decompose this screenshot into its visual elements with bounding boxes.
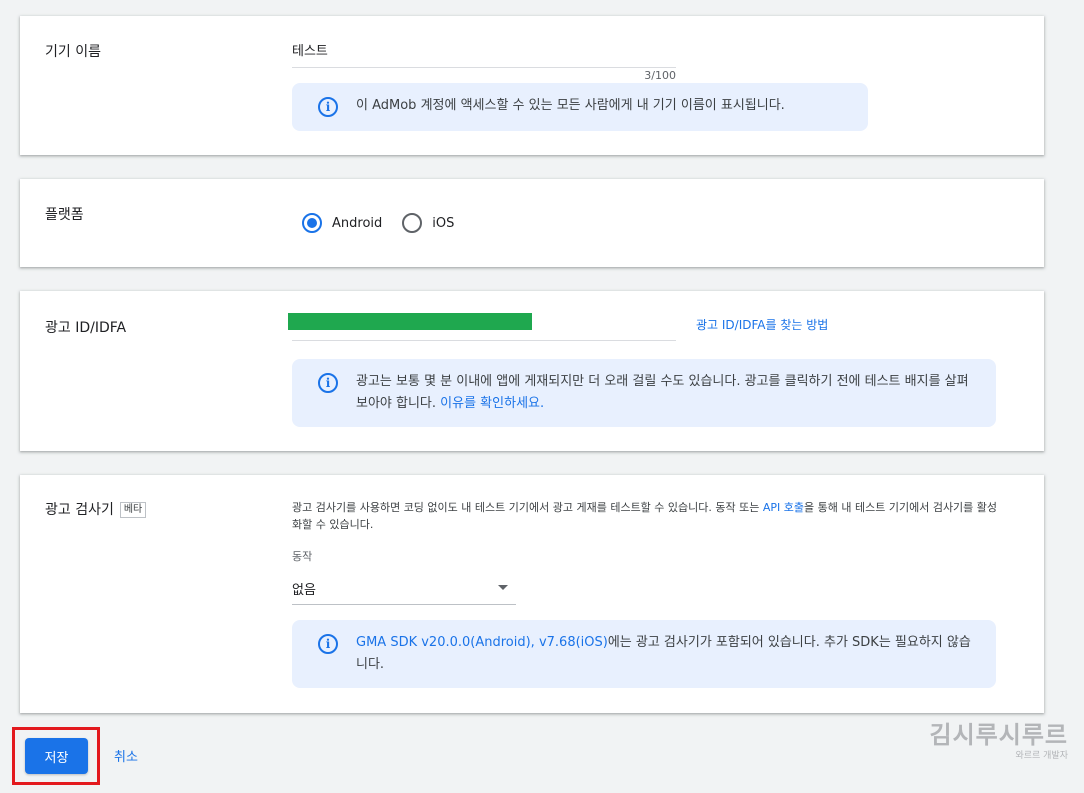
action-dropdown[interactable]: 없음 xyxy=(292,573,516,605)
watermark-sub: 와르르 개발자 xyxy=(1015,751,1068,761)
api-call-link[interactable]: API 호출 xyxy=(763,501,804,514)
ad-inspector-card: 광고 검사기 베타 광고 검사기를 사용하면 코딩 없이도 내 테스트 기기에서 … xyxy=(20,475,1044,713)
device-name-info-box: i 이 AdMob 계정에 액세스할 수 있는 모든 사람에게 내 기기 이름이… xyxy=(292,83,868,131)
android-radio-label[interactable]: Android xyxy=(332,216,382,231)
platform-radio-group: Android iOS xyxy=(302,213,454,233)
ad-id-label: 광고 ID/IDFA xyxy=(45,320,127,336)
ad-id-info-box: i 광고는 보통 몇 분 이내에 앱에 게재되지만 더 오래 걸릴 수도 있습니… xyxy=(292,359,996,427)
device-name-input[interactable]: 테스트 xyxy=(292,40,676,68)
learn-why-link[interactable]: 이유를 확인하세요. xyxy=(440,396,544,411)
ad-inspector-description: 광고 검사기를 사용하면 코딩 없이도 내 테스트 기기에서 광고 게재를 테스… xyxy=(292,499,1002,533)
device-name-counter: 3/100 xyxy=(644,69,676,82)
ad-id-card: 광고 ID/IDFA 광고 ID/IDFA를 찾는 방법 i 광고는 보통 몇 … xyxy=(20,291,1044,451)
ad-inspector-title: 광고 검사기 xyxy=(45,502,114,518)
watermark-main: 김시루시루르 xyxy=(929,721,1068,749)
cancel-button[interactable]: 취소 xyxy=(114,746,138,765)
action-dropdown-value: 없음 xyxy=(292,583,316,598)
save-button[interactable]: 저장 xyxy=(25,738,88,774)
android-radio[interactable] xyxy=(302,213,322,233)
info-icon: i xyxy=(318,97,338,117)
ad-inspector-desc-before: 광고 검사기를 사용하면 코딩 없이도 내 테스트 기기에서 광고 게재를 테스… xyxy=(292,501,763,514)
info-icon: i xyxy=(318,373,338,393)
ad-id-input[interactable] xyxy=(292,311,676,341)
ad-inspector-info-box: i GMA SDK v20.0.0(Android), v7.68(iOS)에는… xyxy=(292,620,996,688)
device-name-label: 기기 이름 xyxy=(45,44,101,60)
ad-inspector-label: 광고 검사기 베타 xyxy=(45,499,147,519)
device-name-info-text: 이 AdMob 계정에 액세스할 수 있는 모든 사람에게 내 기기 이름이 표… xyxy=(356,98,785,113)
platform-label: 플랫폼 xyxy=(45,207,84,223)
info-icon: i xyxy=(318,634,338,654)
action-label: 동작 xyxy=(292,550,313,563)
device-name-card: 기기 이름 테스트 3/100 i 이 AdMob 계정에 액세스할 수 있는 … xyxy=(20,16,1044,155)
gma-sdk-link[interactable]: GMA SDK v20.0.0(Android), v7.68(iOS) xyxy=(356,635,608,650)
ios-radio[interactable] xyxy=(402,213,423,233)
watermark: 김시루시루르 와르르 개발자 xyxy=(930,720,1068,762)
find-ad-id-link[interactable]: 광고 ID/IDFA를 찾는 방법 xyxy=(696,316,828,333)
ios-radio-label[interactable]: iOS xyxy=(432,216,454,231)
platform-card: 플랫폼 Android iOS xyxy=(20,179,1044,267)
dropdown-arrow-icon xyxy=(498,585,508,590)
beta-badge: 베타 xyxy=(119,502,147,518)
